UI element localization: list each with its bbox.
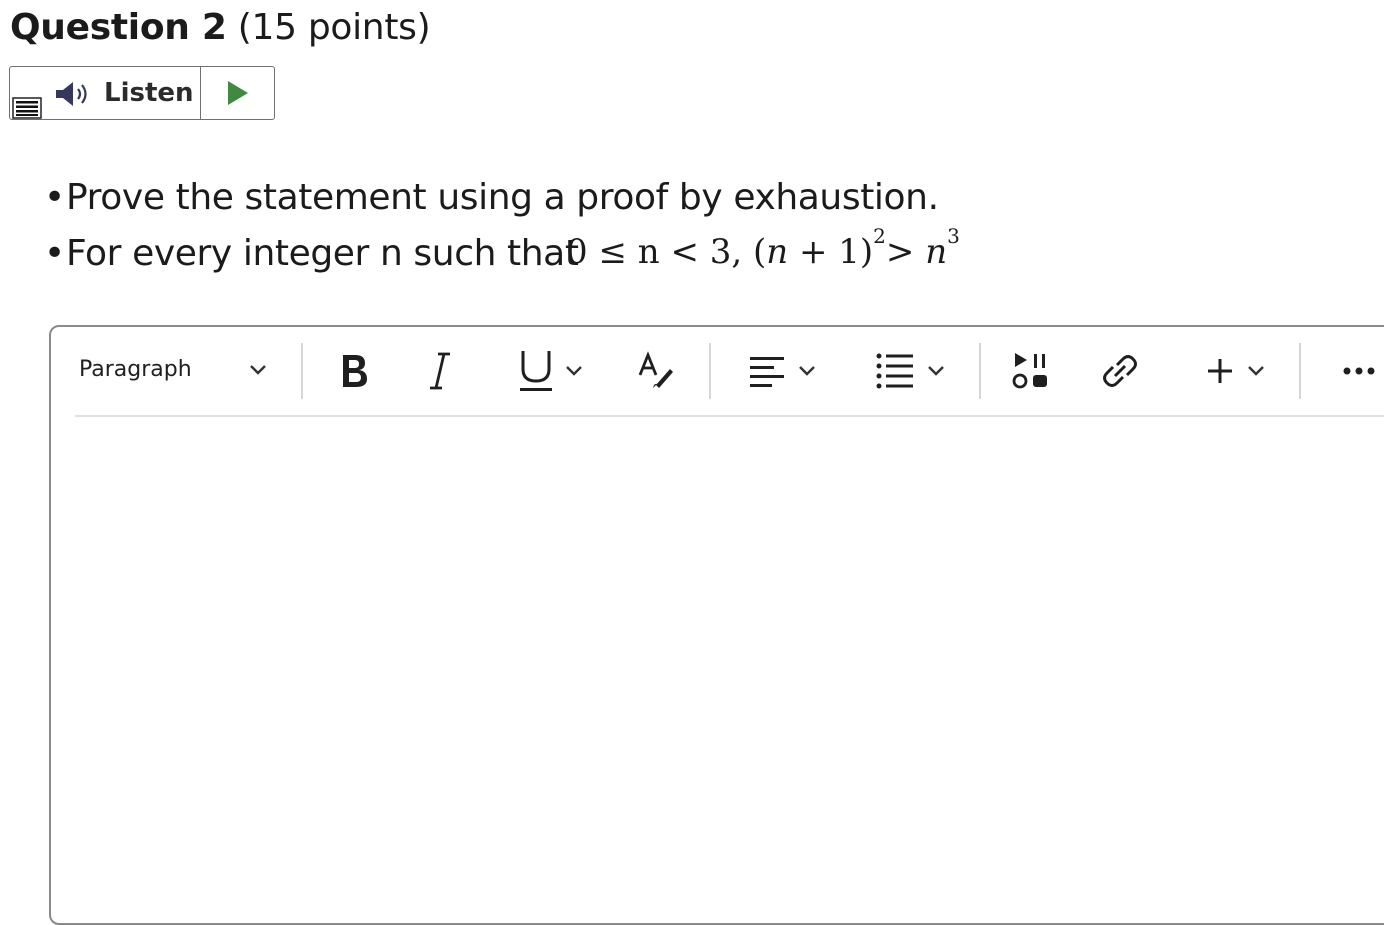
format-select-label: Paragraph bbox=[79, 357, 192, 382]
align-left-icon bbox=[750, 357, 784, 387]
plus-icon bbox=[1208, 359, 1232, 383]
media-icon bbox=[1012, 353, 1047, 389]
chevron-down-icon bbox=[799, 366, 815, 376]
italic-icon bbox=[430, 352, 450, 390]
play-icon bbox=[227, 81, 248, 105]
listen-label: Listen bbox=[104, 78, 194, 108]
underline-button[interactable] bbox=[507, 345, 593, 397]
listen-button[interactable]: Listen bbox=[10, 67, 201, 119]
format-select[interactable]: Paragraph bbox=[75, 341, 275, 401]
editor-content-area[interactable] bbox=[75, 423, 1383, 923]
toolbar-divider bbox=[75, 415, 1384, 417]
chevron-down-icon bbox=[1248, 366, 1264, 376]
bullet-icon: • bbox=[44, 233, 65, 274]
listen-widget: Listen bbox=[9, 66, 275, 120]
rich-text-editor: Paragraph bbox=[49, 325, 1384, 925]
underline-icon bbox=[520, 351, 552, 391]
prompt-line-1: •Prove the statement using a proof by ex… bbox=[44, 170, 939, 226]
list-icon bbox=[876, 353, 913, 389]
insert-link-button[interactable] bbox=[1095, 345, 1145, 397]
question-number: Question 2 bbox=[10, 7, 227, 48]
math-expression: 0 ≤ n < 3, (n + 1)2> n3 bbox=[566, 224, 960, 272]
insert-more-button[interactable] bbox=[1191, 345, 1281, 397]
bold-button[interactable] bbox=[329, 345, 379, 397]
more-actions-button[interactable] bbox=[1341, 345, 1384, 397]
bullet-icon: • bbox=[44, 177, 65, 218]
list-button[interactable] bbox=[865, 345, 955, 397]
chevron-down-icon bbox=[250, 365, 266, 375]
question-title: Question 2 (15 points) bbox=[10, 6, 431, 50]
speaker-icon bbox=[56, 82, 87, 106]
play-button[interactable] bbox=[201, 67, 274, 119]
align-button[interactable] bbox=[737, 345, 827, 397]
format-painter-icon bbox=[638, 351, 673, 388]
question-points: (15 points) bbox=[237, 7, 431, 48]
chevron-down-icon bbox=[928, 366, 944, 376]
insert-media-button[interactable] bbox=[1007, 345, 1057, 397]
bold-icon bbox=[343, 355, 367, 387]
format-painter-button[interactable] bbox=[631, 345, 681, 397]
italic-button[interactable] bbox=[415, 345, 465, 397]
editor-toolbar: Paragraph bbox=[51, 327, 1384, 415]
more-icon bbox=[1343, 367, 1375, 375]
link-icon bbox=[1103, 355, 1137, 387]
chevron-down-icon bbox=[566, 366, 582, 376]
